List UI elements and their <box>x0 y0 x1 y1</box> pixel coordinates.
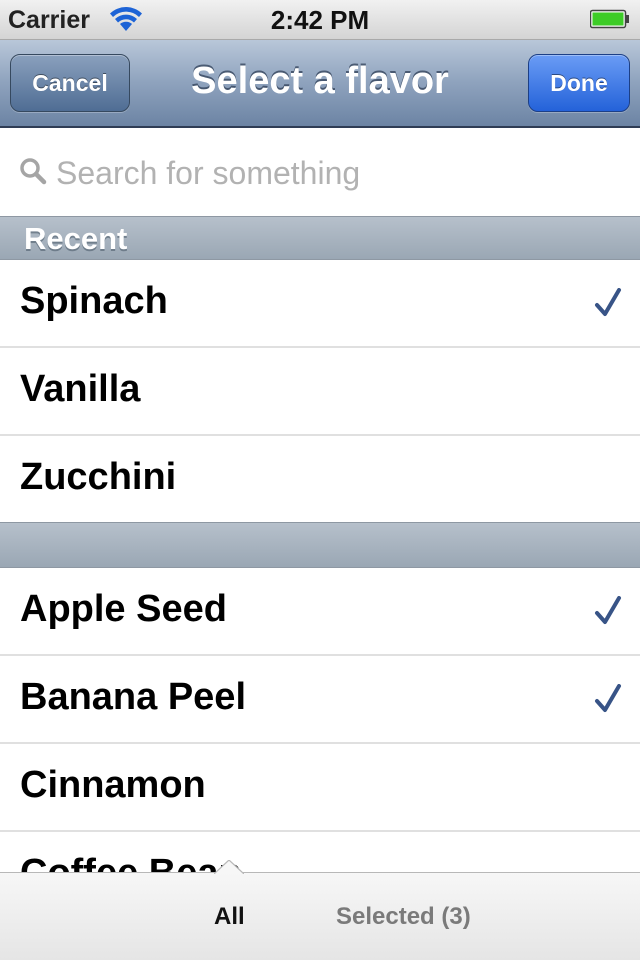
section-header-recent: Recent <box>0 216 640 260</box>
list-item-label: Zucchini <box>20 456 177 498</box>
search-icon <box>20 158 47 185</box>
section-header-label: Recent <box>24 221 128 256</box>
list-item-label: Cinnamon <box>20 764 206 806</box>
checkmark-icon <box>595 684 621 712</box>
search-bar <box>0 130 640 216</box>
search-input[interactable] <box>56 152 616 194</box>
section-header-all <box>0 522 640 568</box>
list-item-vanilla[interactable]: Vanilla <box>0 348 640 436</box>
list-item-label: Apple Seed <box>20 588 227 630</box>
checkmark-icon <box>595 288 621 316</box>
tab-pointer-icon <box>214 860 244 874</box>
list-item-label: Vanilla <box>20 368 141 410</box>
checkmark-icon <box>595 596 621 624</box>
battery-icon <box>590 9 629 29</box>
list-item-label: Banana Peel <box>20 676 246 718</box>
list-item-label: Spinach <box>20 280 168 322</box>
page-title: Select a flavor <box>191 60 449 102</box>
list-item-cinnamon[interactable]: Cinnamon <box>0 744 640 832</box>
list-item-banana-peel[interactable]: Banana Peel <box>0 656 640 744</box>
cancel-button[interactable]: Cancel <box>10 54 130 112</box>
list-item-apple-seed[interactable]: Apple Seed <box>0 568 640 656</box>
list-item-spinach[interactable]: Spinach <box>0 260 640 348</box>
navigation-bar: Cancel Select a flavor Done <box>0 40 640 128</box>
tab-bar: All Selected (3) <box>0 860 640 960</box>
clock: 2:42 PM <box>270 5 370 35</box>
done-button[interactable]: Done <box>528 54 630 112</box>
list-item-zucchini[interactable]: Zucchini <box>0 436 640 522</box>
tab-selected[interactable]: Selected (3) <box>336 903 471 931</box>
tab-all[interactable]: All <box>214 903 245 931</box>
status-bar: Carrier 2:42 PM <box>0 0 640 40</box>
